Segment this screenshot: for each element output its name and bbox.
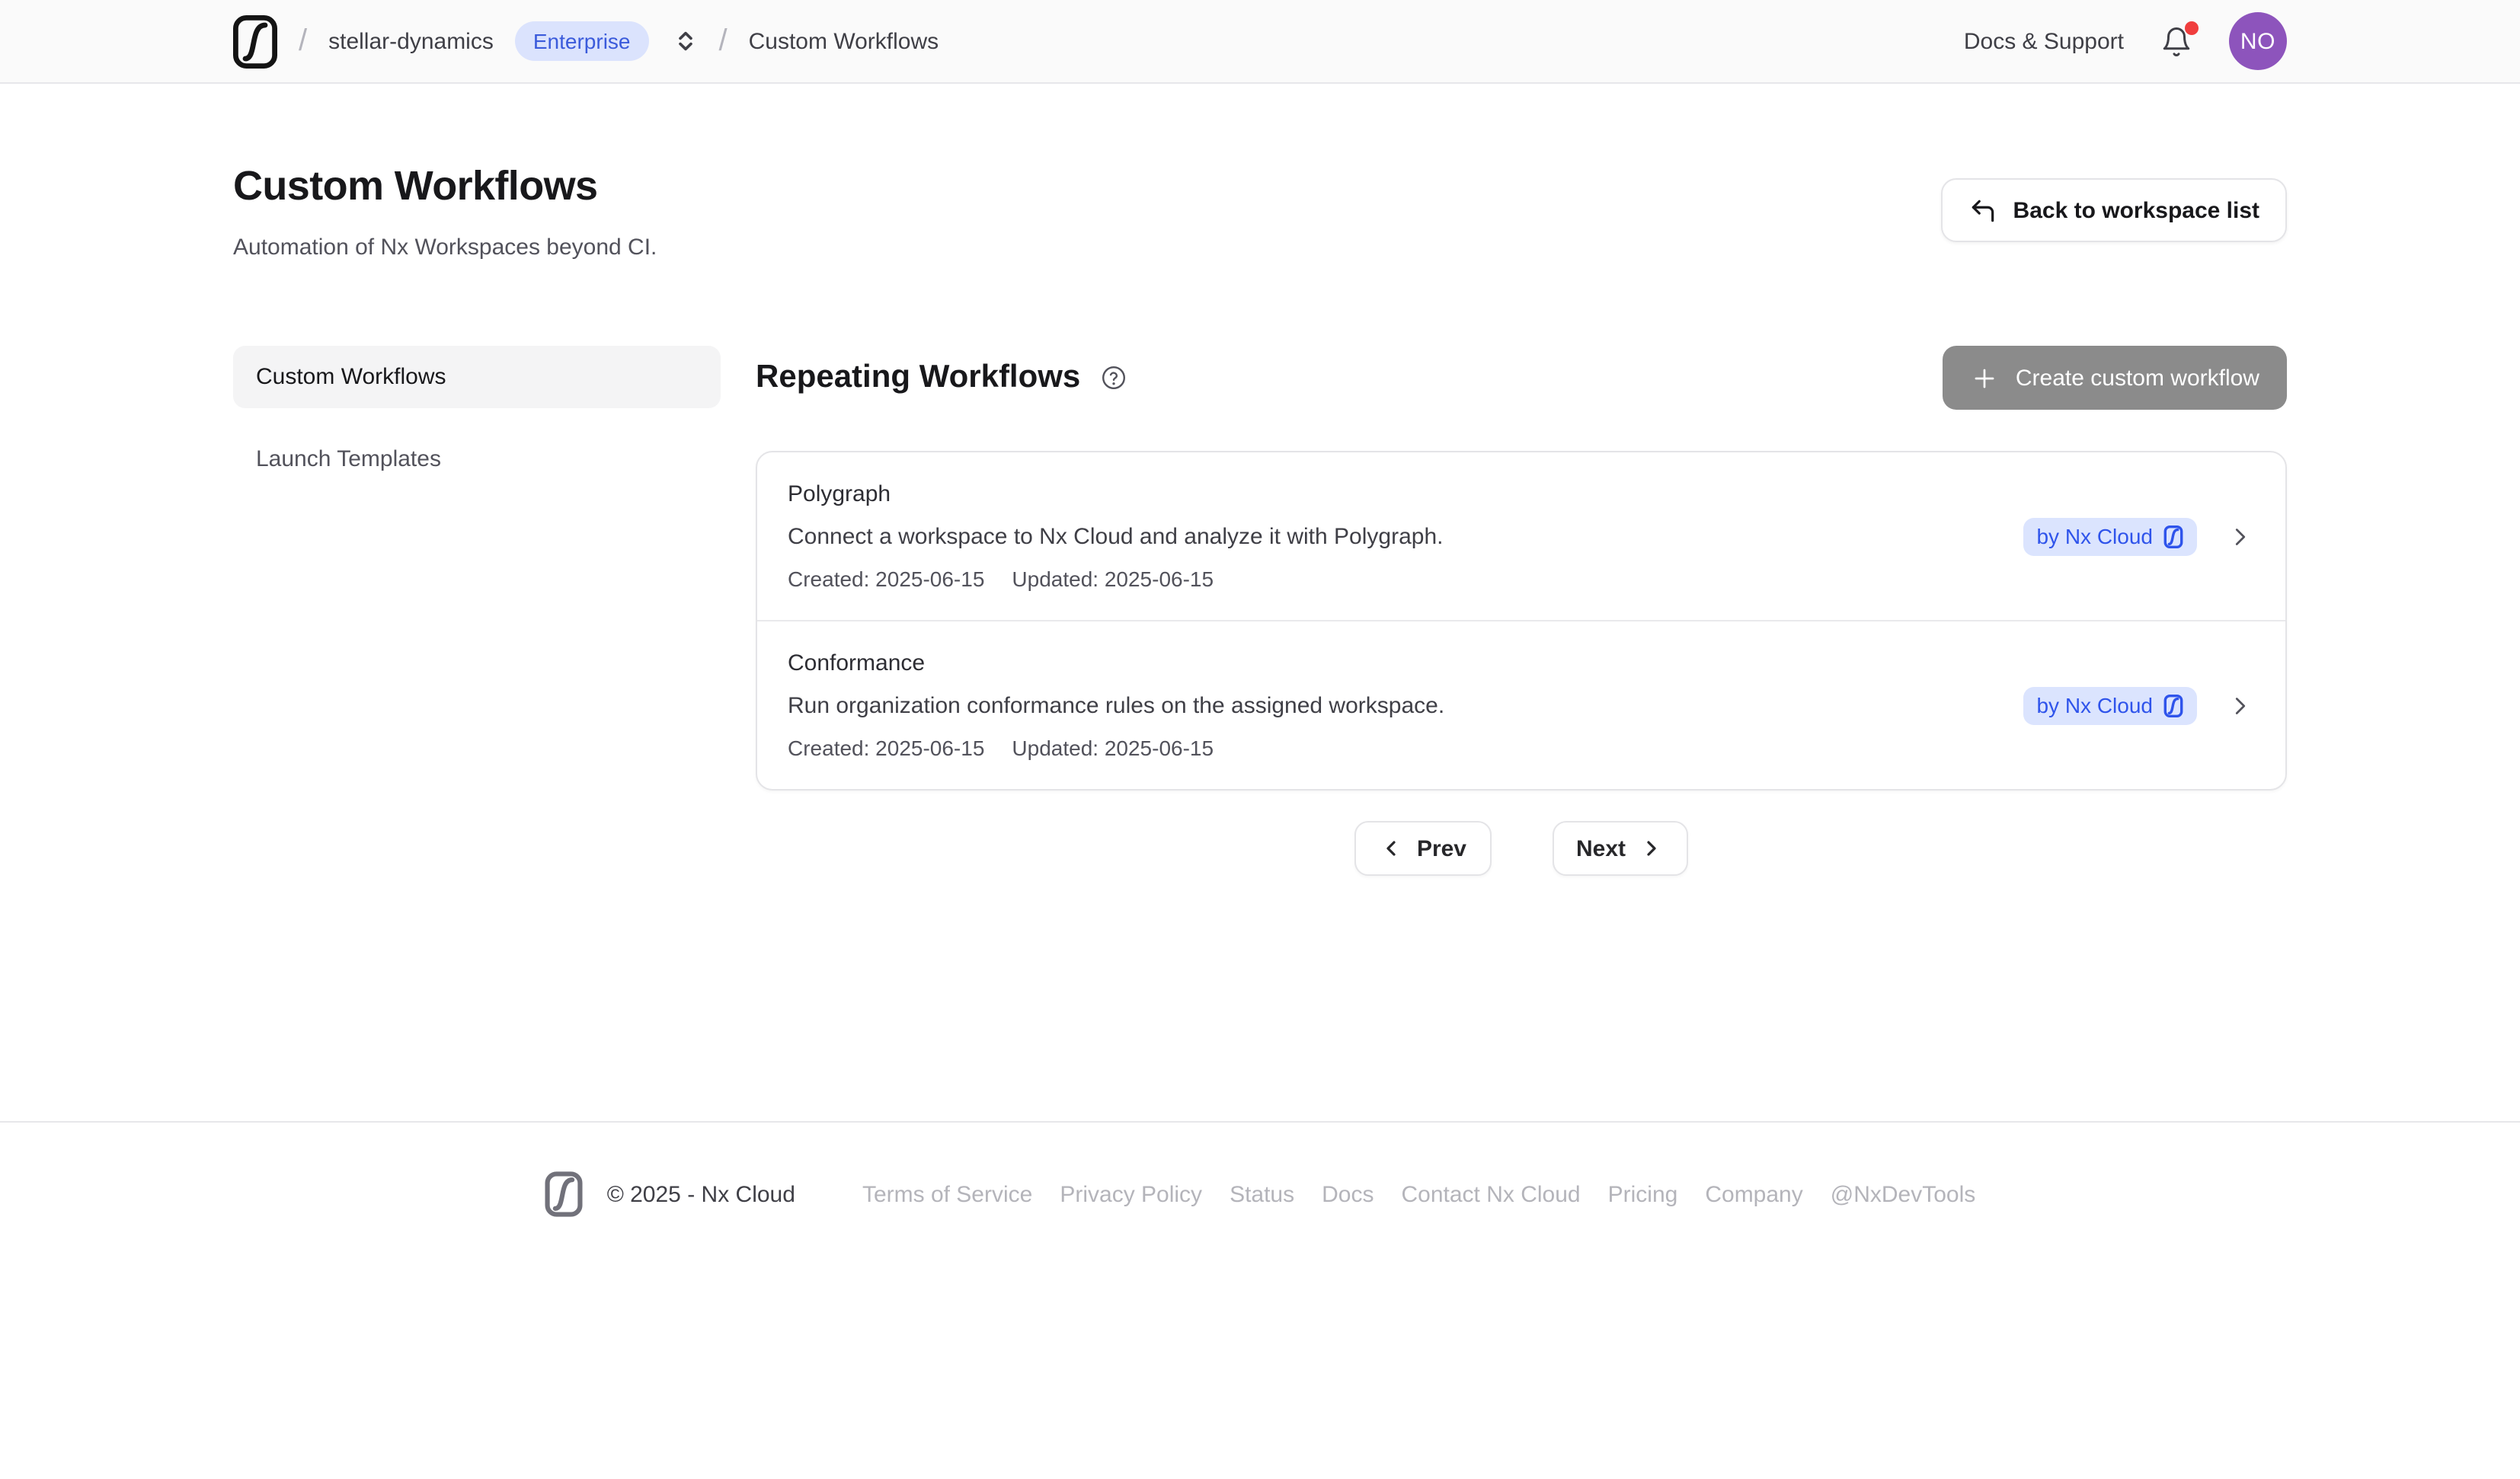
breadcrumb-separator: /: [719, 24, 728, 59]
prev-button-label: Prev: [1417, 835, 1466, 861]
chevron-right-icon: [2226, 691, 2255, 720]
top-navbar: / stellar-dynamics Enterprise / Custom W…: [0, 0, 2520, 84]
workflow-meta: Created: 2025-06-15 Updated: 2025-06-15: [788, 565, 1992, 593]
back-arrow-icon: [1969, 196, 1998, 225]
navbar-right: Docs & Support NO: [1964, 12, 2287, 70]
plus-icon: [1970, 363, 1999, 392]
page-container: Custom Workflows Automation of Nx Worksp…: [233, 84, 2287, 876]
workflow-row-right: by Nx Cloud: [1992, 686, 2255, 724]
by-nx-cloud-badge[interactable]: by Nx Cloud: [2023, 517, 2197, 555]
chevron-right-icon: [2226, 522, 2255, 551]
app-root: / stellar-dynamics Enterprise / Custom W…: [0, 0, 2520, 1479]
footer-link-contact[interactable]: Contact Nx Cloud: [1402, 1181, 1581, 1207]
nx-logo-icon: [2163, 694, 2183, 717]
workflow-info: Conformance Run organization conformance…: [788, 649, 1992, 762]
footer-link-privacy[interactable]: Privacy Policy: [1060, 1181, 1202, 1207]
help-icon[interactable]: [1100, 364, 1127, 391]
workspace-selector-icon[interactable]: [673, 29, 698, 53]
workflow-info: Polygraph Connect a workspace to Nx Clou…: [788, 480, 1992, 593]
sidebar: Custom Workflows Launch Templates: [233, 346, 721, 876]
breadcrumb-workspace[interactable]: stellar-dynamics: [328, 28, 494, 54]
footer: © 2025 - Nx Cloud Terms of Service Priva…: [0, 1121, 2520, 1217]
workflow-row-right: by Nx Cloud: [1992, 517, 2255, 555]
page-subtitle: Automation of Nx Workspaces beyond CI.: [233, 232, 657, 264]
sidebar-item-label: Custom Workflows: [256, 364, 446, 390]
nx-logo-icon: [2163, 525, 2183, 548]
workflow-updated: Updated: 2025-06-15: [1012, 734, 1214, 762]
sidebar-item-launch-templates[interactable]: Launch Templates: [233, 428, 721, 490]
avatar[interactable]: NO: [2229, 12, 2287, 70]
chevron-left-icon: [1379, 836, 1403, 861]
footer-row: © 2025 - Nx Cloud Terms of Service Priva…: [0, 1171, 2520, 1217]
section-heading-wrap: Repeating Workflows: [756, 359, 1127, 396]
workflow-description: Run organization conformance rules on th…: [788, 692, 1992, 722]
page-title: Custom Workflows: [233, 160, 657, 212]
by-nx-cloud-badge[interactable]: by Nx Cloud: [2023, 686, 2197, 724]
create-button-label: Create custom workflow: [2016, 365, 2259, 391]
chevron-right-icon: [1639, 836, 1664, 861]
nx-logo-icon: [545, 1171, 584, 1217]
footer-link-terms[interactable]: Terms of Service: [862, 1181, 1032, 1207]
copyright-text: © 2025 - Nx Cloud: [607, 1181, 795, 1207]
sidebar-item-custom-workflows[interactable]: Custom Workflows: [233, 346, 721, 408]
back-button-label: Back to workspace list: [2013, 197, 2259, 223]
section-header: Repeating Workflows: [756, 346, 2287, 410]
badge-label: by Nx Cloud: [2036, 524, 2153, 548]
workflow-list: Polygraph Connect a workspace to Nx Clou…: [756, 451, 2287, 791]
footer-link-nxdevtools[interactable]: @NxDevTools: [1831, 1181, 1976, 1207]
workflow-created: Created: 2025-06-15: [788, 734, 984, 762]
section-heading: Repeating Workflows: [756, 359, 1080, 396]
notification-dot: [2185, 21, 2199, 34]
workflow-created: Created: 2025-06-15: [788, 565, 984, 593]
workflow-updated: Updated: 2025-06-15: [1012, 565, 1214, 593]
sidebar-item-label: Launch Templates: [256, 446, 441, 472]
plan-badge: Enterprise: [515, 21, 649, 61]
breadcrumb-page: Custom Workflows: [749, 28, 939, 54]
back-to-workspace-list-button[interactable]: Back to workspace list: [1942, 178, 2287, 242]
workflow-title: Conformance: [788, 649, 1992, 679]
breadcrumb-separator: /: [299, 24, 307, 59]
workflow-row-conformance[interactable]: Conformance Run organization conformance…: [757, 620, 2285, 789]
footer-link-status[interactable]: Status: [1230, 1181, 1294, 1207]
footer-link-docs[interactable]: Docs: [1322, 1181, 1374, 1207]
next-button[interactable]: Next: [1552, 821, 1688, 876]
page-title-block: Custom Workflows Automation of Nx Worksp…: [233, 160, 657, 264]
nx-logo-icon[interactable]: [233, 14, 277, 68]
workflow-description: Connect a workspace to Nx Cloud and anal…: [788, 522, 1992, 553]
workflow-title: Polygraph: [788, 480, 1992, 510]
docs-support-link[interactable]: Docs & Support: [1964, 28, 2124, 54]
footer-link-company[interactable]: Company: [1705, 1181, 1802, 1207]
footer-links: Terms of Service Privacy Policy Status D…: [862, 1181, 1975, 1207]
workflow-meta: Created: 2025-06-15 Updated: 2025-06-15: [788, 734, 1992, 762]
notifications-button[interactable]: [2160, 25, 2192, 57]
navbar-inner: / stellar-dynamics Enterprise / Custom W…: [233, 0, 2287, 82]
page-header: Custom Workflows Automation of Nx Worksp…: [233, 84, 2287, 264]
next-button-label: Next: [1576, 835, 1626, 861]
create-custom-workflow-button[interactable]: Create custom workflow: [1943, 346, 2287, 410]
pagination: Prev Next: [756, 821, 2287, 876]
workflow-row-polygraph[interactable]: Polygraph Connect a workspace to Nx Clou…: [757, 452, 2285, 620]
prev-button[interactable]: Prev: [1354, 821, 1491, 876]
badge-label: by Nx Cloud: [2036, 693, 2153, 717]
footer-link-pricing[interactable]: Pricing: [1608, 1181, 1678, 1207]
main-column: Repeating Workflows: [756, 346, 2287, 876]
content-columns: Custom Workflows Launch Templates Repeat…: [233, 346, 2287, 876]
